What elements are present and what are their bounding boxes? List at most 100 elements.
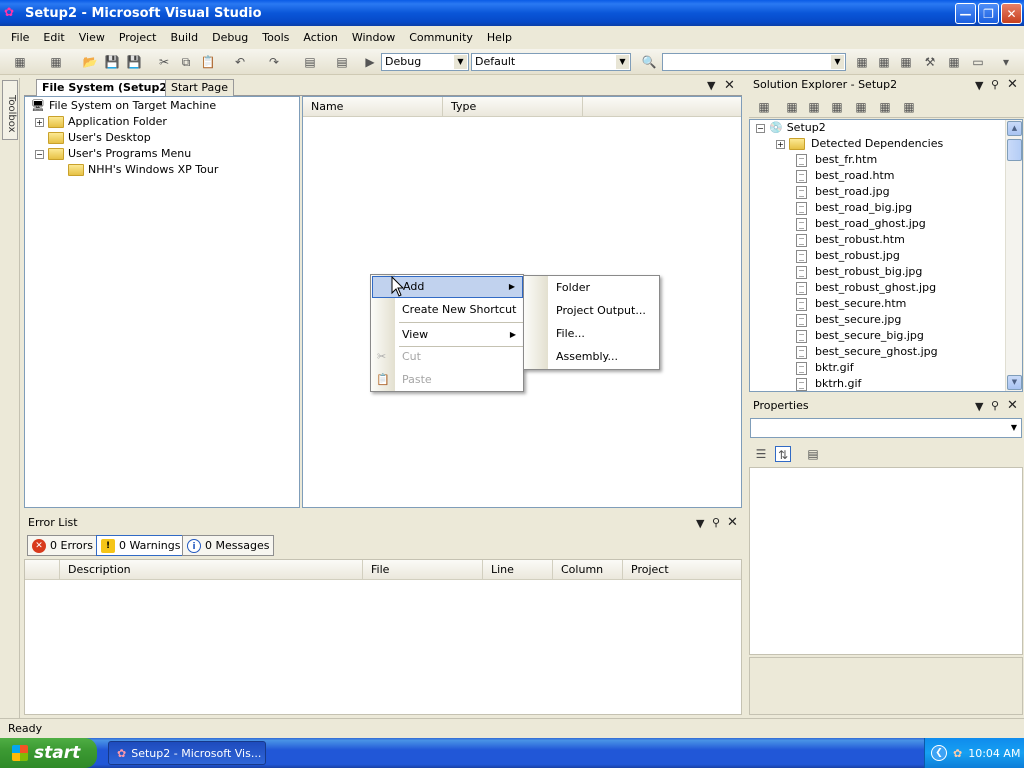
column-header-name[interactable]: Name bbox=[303, 97, 443, 117]
solution-platform-combo[interactable]: Default ▼ bbox=[471, 53, 631, 71]
solution-configuration-combo[interactable]: Debug ▼ bbox=[381, 53, 469, 71]
solution-explorer-icon[interactable]: ▦ bbox=[854, 54, 870, 70]
column-header-type[interactable]: Type bbox=[443, 97, 583, 117]
menu-project[interactable]: Project bbox=[112, 31, 164, 44]
properties-window-icon[interactable]: ▦ bbox=[876, 54, 892, 70]
expand-icon[interactable]: + bbox=[35, 117, 44, 127]
toolbox-tab[interactable]: Toolbox bbox=[2, 80, 18, 140]
menu-file[interactable]: File bbox=[4, 31, 36, 44]
tree-item-file[interactable]: best_fr.htm bbox=[796, 152, 877, 168]
tree-item-file[interactable]: best_robust_ghost.jpg bbox=[796, 280, 936, 296]
close-button[interactable]: ✕ bbox=[1001, 3, 1022, 24]
cut-icon[interactable]: ✂ bbox=[156, 54, 172, 70]
tray-app-icon[interactable]: ✿ bbox=[953, 747, 962, 760]
menu-view[interactable]: View bbox=[72, 31, 112, 44]
collapse-icon[interactable]: − bbox=[756, 123, 765, 133]
add-item-icon[interactable]: ▦ bbox=[48, 54, 64, 70]
property-pages-icon[interactable]: ▤ bbox=[805, 446, 821, 462]
paste-icon[interactable]: 📋 bbox=[200, 54, 216, 70]
tree-item-xp-tour[interactable]: NHH's Windows XP Tour bbox=[68, 162, 218, 178]
tab-start-page[interactable]: Start Page bbox=[165, 79, 234, 96]
window-position-icon[interactable]: ▼ bbox=[975, 400, 983, 413]
tree-item-file[interactable]: best_secure.jpg bbox=[796, 312, 901, 328]
menu-action[interactable]: Action bbox=[296, 31, 344, 44]
menu-window[interactable]: Window bbox=[345, 31, 402, 44]
categorized-icon[interactable]: ☰ bbox=[753, 446, 769, 462]
tree-item-file[interactable]: best_robust.htm bbox=[796, 232, 905, 248]
menu-item-project-output[interactable]: Project Output... bbox=[525, 300, 659, 322]
menu-help[interactable]: Help bbox=[480, 31, 519, 44]
warnings-filter-button[interactable]: ! 0 Warnings bbox=[96, 535, 186, 556]
close-panel-icon[interactable]: ✕ bbox=[727, 515, 738, 530]
errors-filter-button[interactable]: ✕ 0 Errors bbox=[27, 535, 99, 556]
start-page-icon[interactable]: ▦ bbox=[946, 54, 962, 70]
active-files-dropdown-icon[interactable]: ▼ bbox=[707, 79, 715, 92]
menu-item-file[interactable]: File... bbox=[525, 323, 659, 345]
messages-filter-button[interactable]: i 0 Messages bbox=[182, 535, 275, 556]
tree-item-file[interactable]: bktrh.gif bbox=[796, 376, 861, 391]
menu-build[interactable]: Build bbox=[163, 31, 205, 44]
tree-item-users-programs-menu[interactable]: − User's Programs Menu bbox=[35, 146, 191, 162]
tree-item-detected-dependencies[interactable]: + Detected Dependencies bbox=[776, 136, 943, 152]
pin-icon[interactable]: ⚲ bbox=[991, 399, 999, 412]
undo-icon[interactable]: ↶ bbox=[232, 54, 248, 70]
menu-item-paste[interactable]: 📋 Paste bbox=[372, 369, 523, 391]
menu-community[interactable]: Community bbox=[402, 31, 480, 44]
property-grid[interactable] bbox=[749, 467, 1023, 655]
tree-item-file[interactable]: best_road_ghost.jpg bbox=[796, 216, 926, 232]
menu-item-assembly[interactable]: Assembly... bbox=[525, 346, 659, 368]
column-header-column[interactable]: Column bbox=[553, 560, 623, 580]
user-interface-editor-icon[interactable]: ▦ bbox=[853, 99, 869, 115]
tree-item-root[interactable]: 🖥 File System on Target Machine bbox=[31, 98, 216, 114]
find-combo[interactable]: ▼ bbox=[662, 53, 846, 71]
tree-item-application-folder[interactable]: + Application Folder bbox=[35, 114, 167, 130]
navigate-forward-icon[interactable]: ▤ bbox=[334, 54, 350, 70]
toolbar-options-icon[interactable]: ▾ bbox=[998, 54, 1014, 70]
tree-item-file[interactable]: best_road.htm bbox=[796, 168, 895, 184]
copy-icon[interactable]: ⧉ bbox=[178, 54, 194, 70]
taskbar-item-visual-studio[interactable]: ✿ Setup2 - Microsoft Vis... bbox=[108, 741, 266, 765]
start-button[interactable]: start bbox=[0, 738, 97, 768]
window-position-icon[interactable]: ▼ bbox=[696, 517, 704, 530]
column-header-description[interactable]: Description bbox=[60, 560, 363, 580]
menu-item-folder[interactable]: Folder bbox=[525, 277, 659, 299]
close-document-icon[interactable]: ✕ bbox=[724, 78, 735, 93]
vertical-scrollbar[interactable]: ▲ ▼ bbox=[1005, 120, 1022, 391]
tree-item-file[interactable]: best_road.jpg bbox=[796, 184, 890, 200]
tree-item-project[interactable]: − 💿 Setup2 bbox=[756, 120, 826, 136]
tree-item-file[interactable]: best_robust.jpg bbox=[796, 248, 900, 264]
tab-file-system[interactable]: File System (Setup2) bbox=[36, 79, 179, 96]
menu-item-create-new-shortcut[interactable]: Create New Shortcut bbox=[372, 299, 523, 321]
pin-icon[interactable]: ⚲ bbox=[991, 78, 999, 91]
menu-tools[interactable]: Tools bbox=[255, 31, 296, 44]
properties-icon[interactable]: ▦ bbox=[756, 99, 772, 115]
custom-actions-editor-icon[interactable]: ▦ bbox=[877, 99, 893, 115]
pin-icon[interactable]: ⚲ bbox=[712, 516, 720, 529]
new-project-icon[interactable]: ▦ bbox=[12, 54, 28, 70]
tree-item-file[interactable]: best_secure_ghost.jpg bbox=[796, 344, 938, 360]
tree-item-file[interactable]: best_secure.htm bbox=[796, 296, 906, 312]
menu-item-view[interactable]: View ▶ bbox=[372, 324, 523, 346]
object-browser-icon[interactable]: ▦ bbox=[898, 54, 914, 70]
alphabetical-icon[interactable]: ⇅ bbox=[775, 446, 791, 462]
start-debug-icon[interactable]: ▶ bbox=[362, 54, 378, 70]
tree-item-file[interactable]: best_robust_big.jpg bbox=[796, 264, 922, 280]
close-panel-icon[interactable]: ✕ bbox=[1007, 398, 1018, 413]
other-windows-icon[interactable]: ▭ bbox=[970, 54, 986, 70]
find-in-files-icon[interactable]: 🔍 bbox=[641, 54, 657, 70]
minimize-button[interactable]: — bbox=[955, 3, 976, 24]
column-header-index[interactable] bbox=[25, 560, 60, 580]
navigate-back-icon[interactable]: ▤ bbox=[302, 54, 318, 70]
error-list-grid[interactable]: Description File Line Column Project bbox=[24, 559, 742, 715]
column-header-file[interactable]: File bbox=[363, 560, 483, 580]
menu-item-cut[interactable]: ✂ Cut bbox=[372, 346, 523, 368]
expand-icon[interactable]: + bbox=[776, 139, 785, 149]
restore-button[interactable]: ❐ bbox=[978, 3, 999, 24]
window-position-icon[interactable]: ▼ bbox=[975, 79, 983, 92]
collapse-icon[interactable]: − bbox=[35, 149, 44, 159]
launch-conditions-editor-icon[interactable]: ▦ bbox=[901, 99, 917, 115]
tree-item-file[interactable]: best_secure_big.jpg bbox=[796, 328, 924, 344]
object-selector-combo[interactable]: ▼ bbox=[750, 418, 1022, 438]
file-types-editor-icon[interactable]: ▦ bbox=[829, 99, 845, 115]
scroll-down-icon[interactable]: ▼ bbox=[1007, 375, 1022, 390]
